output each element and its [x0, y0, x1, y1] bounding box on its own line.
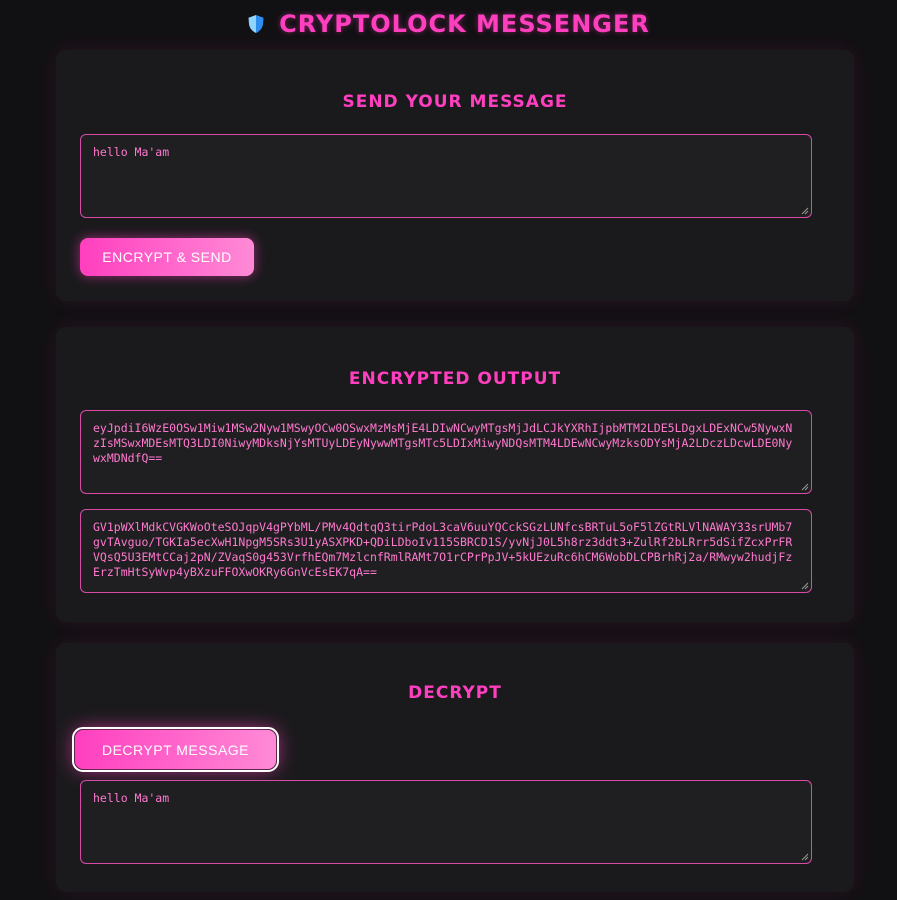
resize-grip-icon[interactable]	[801, 853, 809, 861]
decrypted-output[interactable]: hello Ma'am	[80, 780, 812, 864]
send-panel: SEND YOUR MESSAGE hello Ma'am ENCRYPT & …	[56, 50, 854, 301]
encrypted-output-1-value: eyJpdiI6WzE0OSw1Miw1MSw2Nyw1MSwyOCw0OSwx…	[93, 421, 793, 465]
resize-grip-icon[interactable]	[801, 483, 809, 491]
decrypted-output-value: hello Ma'am	[93, 791, 170, 805]
encrypted-output-1[interactable]: eyJpdiI6WzE0OSw1Miw1MSw2Nyw1MSwyOCw0OSwx…	[80, 410, 812, 494]
decrypt-heading: DECRYPT	[408, 683, 502, 703]
output-heading: ENCRYPTED OUTPUT	[348, 369, 562, 389]
message-input-value: hello Ma'am	[93, 145, 170, 159]
encrypted-output-2-value: GV1pWXlMdkCVGKWoOteSOJqpV4gPYbML/PMv4Qdt…	[93, 520, 793, 579]
send-heading: SEND YOUR MESSAGE	[342, 92, 568, 112]
encrypted-output-2[interactable]: GV1pWXlMdkCVGKWoOteSOJqpV4gPYbML/PMv4Qdt…	[80, 509, 812, 593]
resize-grip-icon[interactable]	[801, 582, 809, 590]
resize-grip-icon[interactable]	[801, 207, 809, 215]
decrypt-message-button[interactable]: DECRYPT MESSAGE	[72, 727, 279, 772]
decrypt-panel: DECRYPT DECRYPT MESSAGE hello Ma'am	[56, 643, 854, 892]
message-input[interactable]: hello Ma'am	[80, 134, 812, 218]
encrypted-output-panel: ENCRYPTED OUTPUT eyJpdiI6WzE0OSw1Miw1MSw…	[56, 327, 854, 622]
shield-icon	[247, 14, 265, 34]
app-header: CRYPTOLOCK MESSENGER	[0, 10, 897, 38]
app-title: CRYPTOLOCK MESSENGER	[279, 10, 650, 38]
encrypt-send-button[interactable]: ENCRYPT & SEND	[80, 238, 254, 276]
